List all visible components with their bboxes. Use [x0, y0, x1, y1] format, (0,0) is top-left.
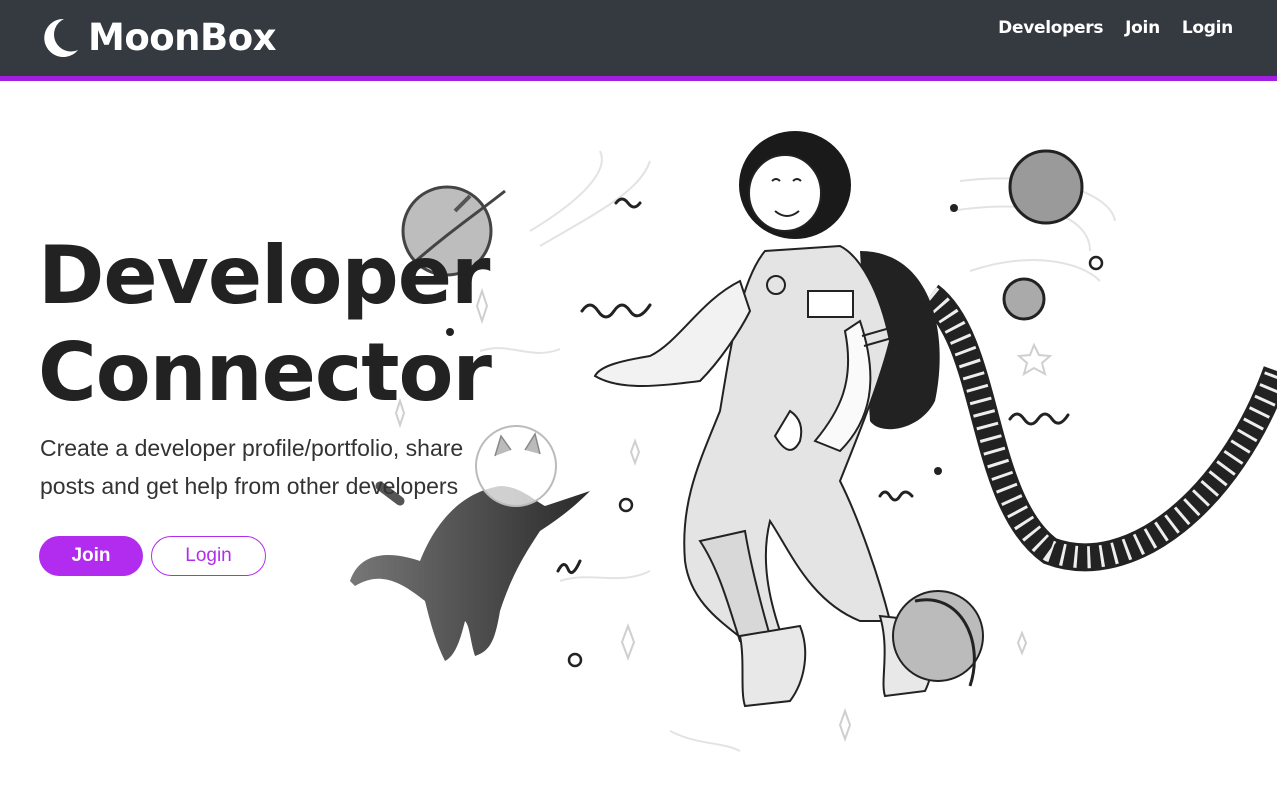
- hero-lead-line-2: posts and get help from other developers: [40, 473, 459, 499]
- hero-title-line-1: Developer: [38, 229, 490, 322]
- hero-title: Developer Connector: [38, 227, 492, 421]
- login-button[interactable]: Login: [151, 536, 266, 576]
- landing-section: Developer Connector Create a developer p…: [0, 81, 1277, 798]
- navbar: MoonBox Developers Join Login: [0, 0, 1277, 81]
- moon-icon: [40, 16, 80, 58]
- nav-link-login[interactable]: Login: [1182, 18, 1233, 38]
- join-button[interactable]: Join: [39, 536, 143, 576]
- brand-logo-link[interactable]: MoonBox: [40, 13, 277, 61]
- nav-link-join[interactable]: Join: [1125, 18, 1160, 38]
- hero-lead: Create a developer profile/portfolio, sh…: [40, 429, 510, 505]
- nav-links: Developers Join Login: [998, 18, 1233, 38]
- brand-name: MoonBox: [88, 15, 277, 59]
- hero-title-line-2: Connector: [38, 326, 492, 419]
- hero-lead-line-1: Create a developer profile/portfolio, sh…: [40, 435, 464, 461]
- nav-link-developers[interactable]: Developers: [998, 18, 1103, 38]
